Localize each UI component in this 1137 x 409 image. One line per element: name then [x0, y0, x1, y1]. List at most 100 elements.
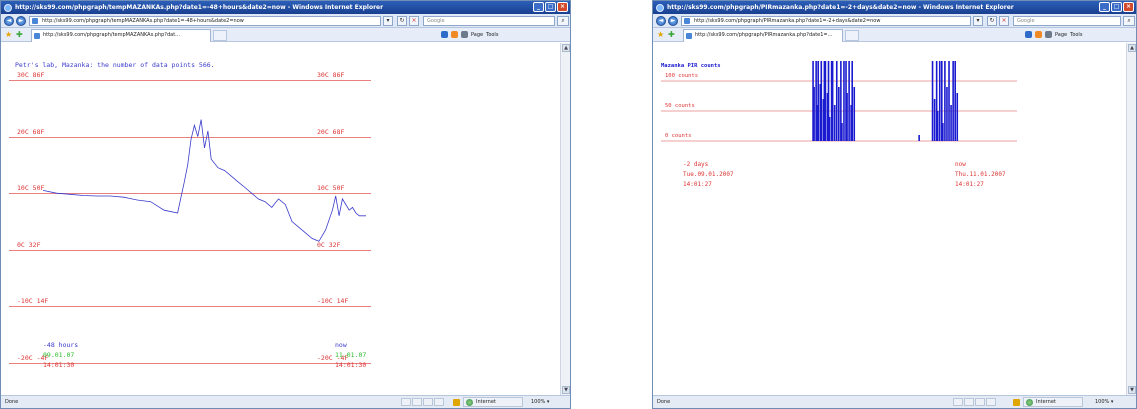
- forward-button[interactable]: ►: [16, 16, 26, 26]
- favorites-star-icon[interactable]: ★: [5, 30, 12, 39]
- tools-menu[interactable]: Tools: [486, 31, 498, 39]
- page-icon: [684, 18, 690, 24]
- address-row: ◄ ► http://sks99.com/phpgraph/PIRmazanka…: [653, 14, 1136, 28]
- page-content-pir: Mazanka PIR counts 100 counts 50 counts 0 …: [653, 43, 1126, 395]
- start-relative: -48 hours: [43, 341, 79, 349]
- start-label: -48 hours: [43, 341, 78, 349]
- globe-icon: [466, 399, 473, 406]
- new-tab-button[interactable]: [213, 30, 227, 41]
- address-dropdown-button[interactable]: ▾: [383, 16, 393, 26]
- page-content-temperature: Petr's lab, Mazanka: the number of data …: [1, 43, 560, 395]
- search-button[interactable]: ⌕: [557, 16, 569, 26]
- close-button[interactable]: ×: [557, 2, 568, 12]
- protected-mode-icon: [1013, 399, 1020, 406]
- scroll-up-arrow[interactable]: ▲: [562, 44, 570, 52]
- forward-button[interactable]: ►: [668, 16, 678, 26]
- tab-active[interactable]: http://sks99.com/phpgraph/tempMAZANKAs.p…: [31, 29, 211, 42]
- address-dropdown-button[interactable]: ▾: [973, 16, 983, 26]
- browser-window-pir: http://sks99.com/phpgraph/PIRmazanka.php…: [652, 0, 1137, 409]
- pir-end-time: 14:01:27: [955, 181, 984, 188]
- page-menu[interactable]: Page: [471, 31, 483, 39]
- end-label: now: [335, 341, 347, 349]
- ie-logo-icon: [656, 4, 664, 12]
- feeds-icon[interactable]: [451, 31, 458, 38]
- pir-start-time: 14:01:27: [683, 181, 712, 188]
- security-zone[interactable]: Internet: [453, 397, 523, 407]
- status-text: Done: [657, 399, 671, 405]
- page-menu[interactable]: Page: [1055, 31, 1067, 39]
- end-time-wrap: 14:01:30: [335, 361, 366, 369]
- temperature-series-line: [42, 119, 366, 242]
- pir-y-tick-label: 0 counts: [665, 133, 692, 139]
- minimize-button[interactable]: _: [533, 2, 544, 12]
- new-tab-button[interactable]: [845, 30, 859, 41]
- search-placeholder: Google: [427, 18, 445, 24]
- stop-button[interactable]: ×: [409, 16, 419, 26]
- pir-end-label: now: [955, 161, 966, 168]
- zone-label: Internet: [476, 399, 496, 405]
- address-row: ◄ ► http://sks99.com/phpgraph/tempMAZANK…: [1, 14, 570, 28]
- pir-end-relative: now: [955, 161, 966, 168]
- tab-active[interactable]: http://sks99.com/phpgraph/PIRmazanka.php…: [683, 29, 843, 42]
- pir-y-tick-label: 100 counts: [665, 73, 699, 79]
- zoom-value: 100%: [1095, 399, 1110, 405]
- vertical-scrollbar[interactable]: ▲ ▼: [1126, 43, 1136, 395]
- zoom-level[interactable]: 100% ▾: [1095, 396, 1113, 408]
- pir-start-date-wrap: Tue.09.01.2007: [683, 171, 734, 178]
- search-input[interactable]: Google: [423, 16, 555, 26]
- scroll-down-arrow[interactable]: ▼: [562, 386, 570, 394]
- tools-menu[interactable]: Tools: [1070, 31, 1082, 39]
- tab-row: ★ ✚ http://sks99.com/phpgraph/tempMAZANK…: [1, 28, 570, 42]
- browser-window-temperature: http://sks99.com/phpgraph/tempMAZANKAs.p…: [0, 0, 571, 409]
- pir-end-date-wrap: Thu.11.01.2007: [955, 171, 1006, 178]
- search-input[interactable]: Google: [1013, 16, 1121, 26]
- back-button[interactable]: ◄: [656, 16, 666, 26]
- pir-start-date: Tue.09.01.2007: [683, 171, 734, 178]
- favorites-star-icon[interactable]: ★: [657, 30, 664, 39]
- tab-page-icon: [34, 33, 40, 39]
- window-title: http://sks99.com/phpgraph/tempMAZANKAs.p…: [15, 4, 384, 11]
- maximize-button[interactable]: □: [545, 2, 556, 12]
- title-bar[interactable]: http://sks99.com/phpgraph/tempMAZANKAs.p…: [1, 1, 570, 14]
- close-button[interactable]: ×: [1123, 2, 1134, 12]
- minimize-button[interactable]: _: [1099, 2, 1110, 12]
- title-bar[interactable]: http://sks99.com/phpgraph/PIRmazanka.php…: [653, 1, 1136, 14]
- home-icon[interactable]: [441, 31, 448, 38]
- security-zone[interactable]: Internet: [1013, 397, 1083, 407]
- stop-button[interactable]: ×: [999, 16, 1009, 26]
- end-date: 11.01.07: [335, 351, 367, 359]
- home-icon[interactable]: [1025, 31, 1032, 38]
- back-button[interactable]: ◄: [4, 16, 14, 26]
- feeds-icon[interactable]: [1035, 31, 1042, 38]
- add-favorites-icon[interactable]: ✚: [668, 30, 675, 39]
- address-bar[interactable]: http://sks99.com/phpgraph/tempMAZANKAs.p…: [29, 16, 381, 26]
- window-title: http://sks99.com/phpgraph/PIRmazanka.php…: [667, 4, 1014, 11]
- print-icon[interactable]: [461, 31, 468, 38]
- zone-label: Internet: [1036, 399, 1056, 405]
- page-icon: [32, 18, 38, 24]
- address-bar[interactable]: http://sks99.com/phpgraph/PIRmazanka.php…: [681, 16, 971, 26]
- status-panels: [401, 398, 444, 406]
- pir-start-label: -2 days: [683, 161, 708, 168]
- zoom-level[interactable]: 100% ▾: [531, 396, 549, 408]
- globe-icon: [1026, 399, 1033, 406]
- maximize-button[interactable]: □: [1111, 2, 1122, 12]
- end-relative: now: [335, 341, 347, 349]
- refresh-button[interactable]: ↻: [987, 16, 997, 26]
- pir-y-tick-label: 50 counts: [665, 103, 695, 109]
- scroll-down-arrow[interactable]: ▼: [1128, 386, 1136, 394]
- ie-logo-icon: [4, 4, 12, 12]
- search-placeholder: Google: [1017, 18, 1035, 24]
- vertical-scrollbar[interactable]: ▲ ▼: [560, 43, 570, 395]
- end-time: 14:01:30: [335, 361, 367, 369]
- start-date-wrap: 09.01.07: [43, 351, 74, 359]
- add-favorites-icon[interactable]: ✚: [16, 30, 23, 39]
- pir-end-date: Thu.11.01.2007: [955, 171, 1006, 178]
- print-icon[interactable]: [1045, 31, 1052, 38]
- pir-end-time-wrap: 14:01:27: [955, 181, 984, 188]
- address-text: http://sks99.com/phpgraph/tempMAZANKAs.p…: [42, 18, 244, 24]
- scroll-up-arrow[interactable]: ▲: [1128, 44, 1136, 52]
- search-button[interactable]: ⌕: [1123, 16, 1135, 26]
- status-panels: [953, 398, 996, 406]
- refresh-button[interactable]: ↻: [397, 16, 407, 26]
